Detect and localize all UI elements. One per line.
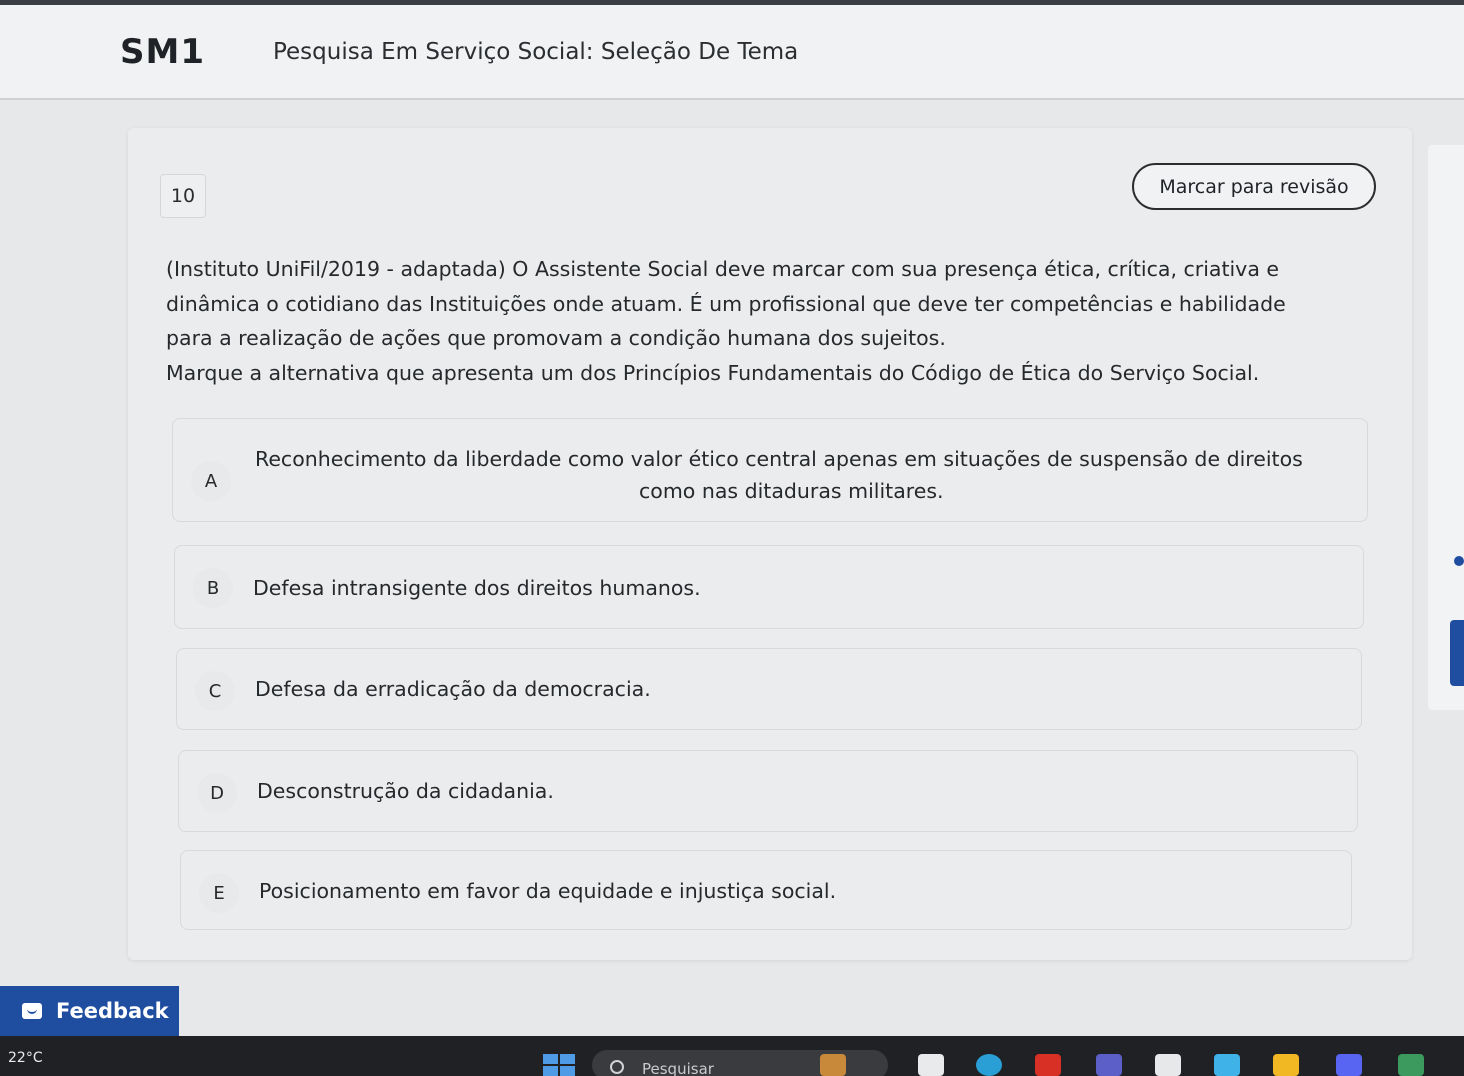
course-title: Pesquisa Em Serviço Social: Seleção De T… [272, 38, 799, 65]
edge-icon[interactable] [976, 1054, 1002, 1076]
option-c-text: Defesa da erradicação da democracia. [255, 677, 651, 701]
mark-for-review-button[interactable]: Marcar para revisão [1132, 163, 1376, 210]
copilot-icon[interactable] [1214, 1054, 1240, 1076]
widgets-icon[interactable] [820, 1054, 846, 1076]
gmail-icon[interactable] [1035, 1054, 1061, 1076]
side-panel-indicator [1454, 556, 1464, 566]
discord-icon[interactable] [1336, 1054, 1362, 1076]
option-e[interactable]: E Posicionamento em favor da equidade e … [180, 850, 1352, 930]
teams-icon[interactable] [1096, 1054, 1122, 1076]
statement-line: (Instituto UniFil/2019 - adaptada) O Ass… [166, 257, 1280, 281]
option-c[interactable]: C Defesa da erradicação da democracia. [176, 648, 1362, 730]
option-letter-a: A [191, 461, 231, 501]
statement-line: Marque a alternativa que apresenta um do… [166, 360, 1260, 385]
question-number: 10 [160, 174, 206, 218]
option-e-text: Posicionamento em favor da equidade e in… [259, 879, 837, 903]
option-letter-c: C [195, 671, 235, 711]
statement-line: dinâmica o cotidiano das Instituições on… [166, 291, 1286, 316]
option-d[interactable]: D Desconstrução da cidadania. [178, 750, 1358, 832]
option-letter-b: B [193, 568, 233, 608]
search-icon [610, 1060, 624, 1074]
question-statement: (Instituto UniFil/2019 - adaptada) O Ass… [166, 252, 1356, 390]
option-letter-d: D [197, 773, 237, 813]
feedback-label: Feedback [56, 999, 169, 1023]
search-placeholder: Pesquisar [642, 1060, 714, 1076]
option-b[interactable]: B Defesa intransigente dos direitos huma… [174, 545, 1364, 629]
option-b-text: Defesa intransigente dos direitos humano… [253, 576, 701, 600]
taskbar: 22°C Pesquisar [0, 1036, 1464, 1076]
course-code: SM1 [120, 31, 205, 72]
option-d-text: Desconstrução da cidadania. [257, 779, 554, 803]
option-letter-e: E [199, 873, 239, 913]
option-a[interactable]: A Reconhecimento da liberdade como valor… [172, 418, 1368, 522]
option-a-text-line-1: Reconhecimento da liberdade como valor é… [255, 447, 1303, 471]
feedback-button[interactable]: Feedback [0, 986, 179, 1036]
statement-line: para a realização de ações que promovam … [166, 326, 946, 350]
feedback-icon [22, 1003, 42, 1019]
option-a-text-line-2: como nas ditaduras militares. [639, 479, 944, 503]
file-explorer-icon[interactable] [918, 1054, 944, 1076]
folder-icon[interactable] [1273, 1054, 1299, 1076]
side-panel-handle[interactable] [1450, 620, 1464, 686]
windows-start-icon[interactable] [543, 1054, 575, 1076]
store-icon[interactable] [1155, 1054, 1181, 1076]
weather-temperature[interactable]: 22°C [8, 1050, 43, 1066]
question-card: 10 Marcar para revisão (Instituto UniFil… [128, 128, 1412, 960]
page-header: SM1 Pesquisa Em Serviço Social: Seleção … [0, 5, 1464, 100]
notification-app-icon[interactable] [1398, 1054, 1424, 1076]
